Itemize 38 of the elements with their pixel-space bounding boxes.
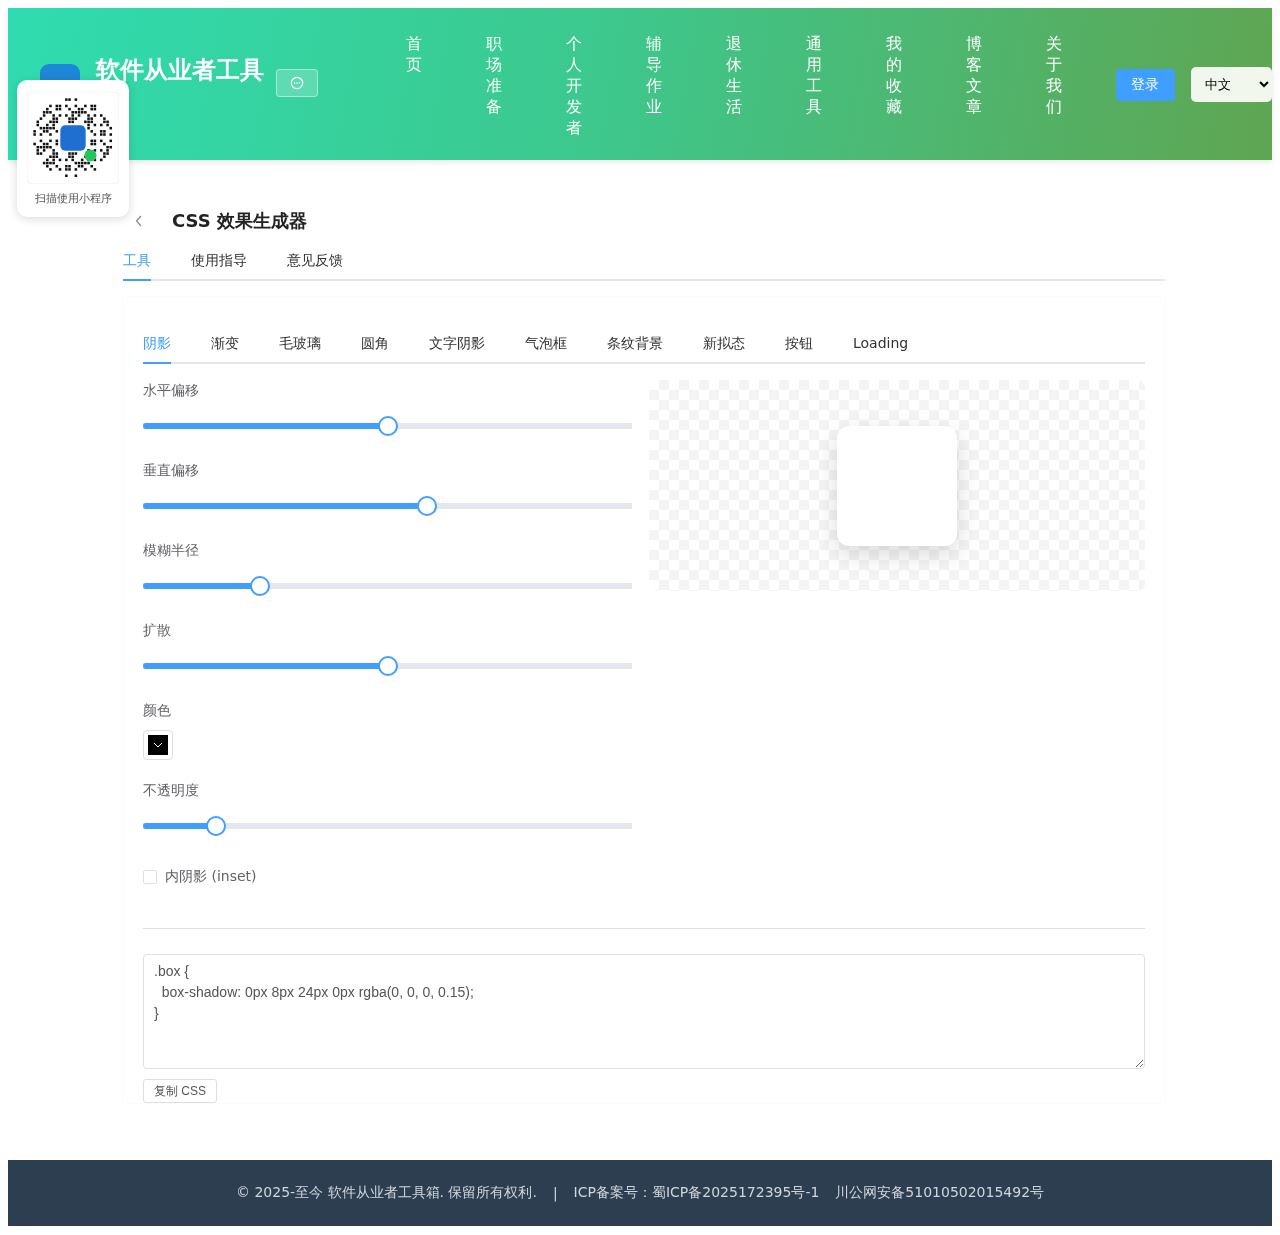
qr-code-icon xyxy=(27,92,119,184)
effect-tab[interactable]: Loading xyxy=(853,327,909,364)
effect-tab[interactable]: 按钮 xyxy=(785,327,813,364)
effect-tab[interactable]: 圆角 xyxy=(361,327,389,364)
control-label: 水平偏移 xyxy=(143,381,200,400)
slider-thumb[interactable] xyxy=(377,416,398,436)
qr-caption: 扫描使用小程序 xyxy=(34,191,112,206)
tab[interactable]: 使用指导 xyxy=(191,244,247,281)
tab[interactable]: 意见反馈 xyxy=(287,244,343,281)
control-label: 模糊半径 xyxy=(143,541,200,560)
icp-text[interactable]: ICP备案号：蜀ICP备2025172395号-1 xyxy=(573,1184,820,1202)
chat-button[interactable] xyxy=(276,69,318,97)
language-select[interactable]: 中文 xyxy=(1190,67,1272,102)
footer-separator: | xyxy=(552,1185,558,1201)
police-record-text[interactable]: 川公网安备51010502015492号 xyxy=(835,1184,1045,1202)
control-label: 垂直偏移 xyxy=(143,461,200,480)
page-title: CSS 效果生成器 xyxy=(172,209,307,233)
effect-tab[interactable]: 毛玻璃 xyxy=(279,327,321,364)
checkbox-label: 内阴影 (inset) xyxy=(165,868,257,886)
copyright-text: © 2025-至今 软件从业者工具箱. 保留所有权利. xyxy=(235,1184,537,1202)
slider-thumb[interactable] xyxy=(377,656,398,676)
css-output-field[interactable]: .box { box-shadow: 0px 8px 24px 0px rgba(0, 0, 0, 0.15); } xyxy=(143,954,1145,1069)
chevron-down-icon xyxy=(153,742,163,748)
effect-tab[interactable]: 渐变 xyxy=(211,327,239,364)
slider-thumb[interactable] xyxy=(250,576,271,596)
control-label: 不透明度 xyxy=(143,781,200,800)
slider-thumb[interactable] xyxy=(206,816,227,836)
control-label: 颜色 xyxy=(143,701,172,720)
checkbox[interactable] xyxy=(143,870,157,884)
copy-css-button[interactable]: 复制 CSS xyxy=(143,1079,217,1103)
chat-bubble-icon xyxy=(290,76,304,90)
effect-tab[interactable]: 条纹背景 xyxy=(607,327,663,364)
slider-thumb[interactable] xyxy=(416,496,437,516)
effect-tab[interactable]: 文字阴影 xyxy=(429,327,485,364)
effect-tab[interactable]: 新拟态 xyxy=(703,327,745,364)
back-chevron-icon[interactable] xyxy=(135,215,143,227)
effect-tab[interactable]: 气泡框 xyxy=(525,327,567,364)
control-label: 扩散 xyxy=(143,621,172,640)
